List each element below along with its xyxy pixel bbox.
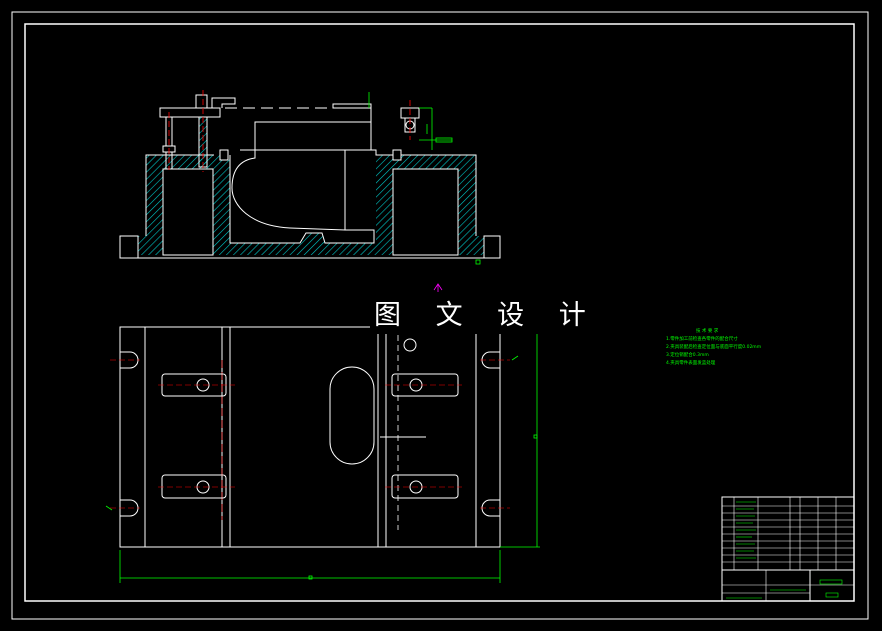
left-pocket xyxy=(162,168,214,256)
note-line-1: 1.零件加工前检查各零件的配合尺寸 xyxy=(666,337,738,342)
plan-view-dimensions xyxy=(105,326,540,583)
plan-view xyxy=(105,326,540,583)
workpiece-profile xyxy=(231,149,346,231)
right-pocket xyxy=(392,168,459,256)
technical-notes: 技 术 要 求 1.零件加工前检查各零件的配合尺寸 2.夹具装配后检查定位面与底… xyxy=(666,328,766,368)
note-line-3: 3.定位销配合0.3mm xyxy=(666,353,709,358)
front-section-view xyxy=(119,90,501,292)
note-line-4: 4.夹具零件表面发蓝处理 xyxy=(666,361,716,366)
plan-centerlines xyxy=(110,359,510,509)
workpiece-top-block xyxy=(254,121,372,151)
mounting-slots xyxy=(120,351,500,517)
note-line-2: 2.夹具装配后检查定位面与底面平行度0.02mm xyxy=(666,345,762,350)
plan-base-outline xyxy=(119,326,501,548)
center-oval-slot xyxy=(329,366,375,465)
watermark-text: 图 文 设 计 xyxy=(370,298,603,334)
notes-title: 技 术 要 求 xyxy=(696,329,719,334)
title-block xyxy=(721,496,855,602)
plan-clamp-straps xyxy=(161,338,459,499)
base-section-middle xyxy=(214,155,388,255)
section-arrow-icon xyxy=(433,283,443,292)
